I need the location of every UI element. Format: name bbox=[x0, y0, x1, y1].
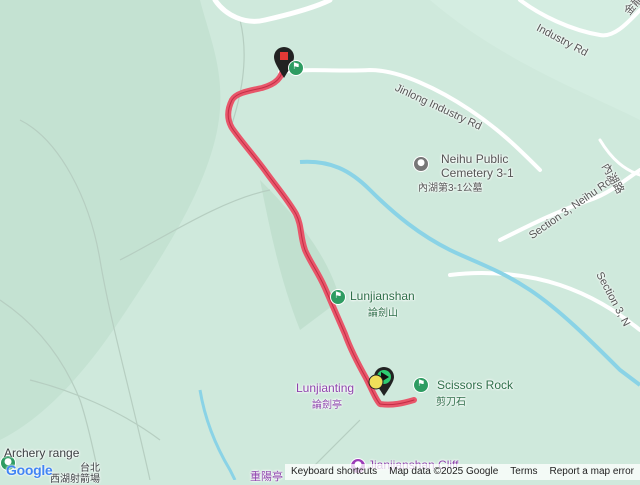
waypoint-marker-icon[interactable] bbox=[368, 374, 384, 390]
poi-label-cemetery-1[interactable]: Neihu Public bbox=[441, 152, 508, 166]
poi-label-lunjianshan[interactable]: Lunjianshan bbox=[350, 289, 415, 303]
map-footer: Keyboard shortcuts Map data ©2025 Google… bbox=[0, 464, 640, 480]
hiker-icon[interactable]: ⚑ bbox=[288, 60, 304, 76]
keyboard-shortcuts-link[interactable]: Keyboard shortcuts bbox=[284, 464, 384, 480]
poi-label-scissors-zh[interactable]: 剪刀石 bbox=[436, 393, 466, 408]
poi-label-cemetery-zh[interactable]: 內湖第3-1公墓 bbox=[418, 179, 482, 194]
poi-label-lunjianting[interactable]: Lunjianting bbox=[296, 381, 354, 395]
hiker-icon[interactable]: ⚑ bbox=[413, 377, 429, 393]
poi-label-cemetery-2[interactable]: Cemetery 3-1 bbox=[441, 166, 514, 180]
map-canvas[interactable]: ⚑ ● ⚑ ⚑ ● ● Industry Rd Jinlong Industry… bbox=[0, 0, 640, 485]
poi-label-lunjianting-zh[interactable]: 論劍亭 bbox=[312, 396, 342, 411]
report-map-error-link[interactable]: Report a map error bbox=[543, 464, 640, 480]
poi-label-scissors-rock[interactable]: Scissors Rock bbox=[437, 378, 513, 392]
poi-label-archery[interactable]: Archery range bbox=[4, 446, 79, 460]
poi-label-lunjianshan-zh[interactable]: 論劍山 bbox=[368, 304, 398, 319]
hiker-icon[interactable]: ⚑ bbox=[330, 289, 346, 305]
terms-link[interactable]: Terms bbox=[504, 464, 544, 480]
map-data-attribution: Map data ©2025 Google bbox=[383, 464, 505, 480]
cemetery-icon[interactable]: ● bbox=[413, 156, 429, 172]
